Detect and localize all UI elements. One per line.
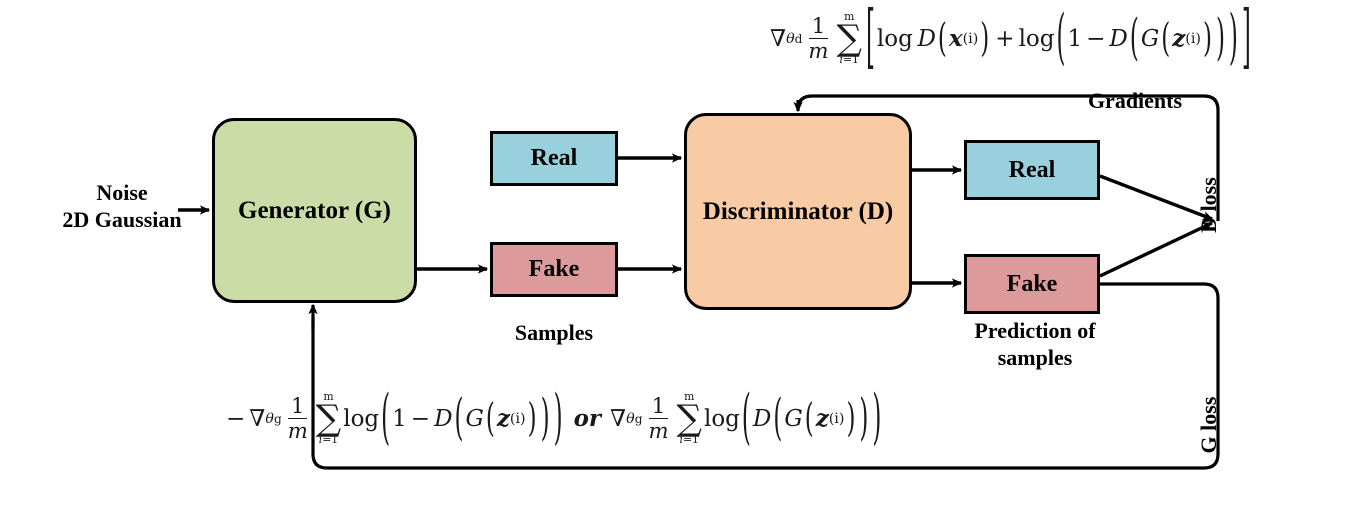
real-output-label: Real [1008, 156, 1056, 183]
discriminator-node[interactable]: Discriminator (D) [684, 113, 912, 310]
generator-node[interactable]: Generator (G) [212, 118, 417, 303]
gradients-label: Gradients [1087, 88, 1183, 113]
gan-diagram-canvas: Generator (G) Discriminator (D) Real Fak… [0, 0, 1355, 512]
real-input-label: Real [530, 145, 578, 172]
real-input-node[interactable]: Real [490, 131, 618, 186]
noise-label: Noise 2D Gaussian [62, 180, 182, 232]
fake-input-node[interactable]: Fake [490, 242, 618, 297]
samples-label: Samples [514, 320, 594, 345]
nabla-icon-2: ∇ [249, 405, 266, 432]
discriminator-update-formula: ∇ θd 1m m ∑ i=1 [ log D (x (i)) + log (1− D… [770, 0, 1251, 78]
nabla-icon: ∇ [770, 25, 787, 52]
generator-update-formula: − ∇ θg 1m m ∑ i=1 log (1− D (G (z (i)) )) o… [226, 385, 882, 453]
or-conjunction: or [573, 405, 602, 433]
d-loss-label: D loss [1196, 177, 1221, 233]
fake-output-node[interactable]: Fake [964, 254, 1100, 314]
fake-output-label: Fake [1006, 270, 1058, 297]
real-output-node[interactable]: Real [964, 140, 1100, 200]
generator-label: Generator (G) [238, 196, 391, 224]
g-loss-label: G loss [1196, 396, 1221, 454]
fake-input-label: Fake [528, 256, 580, 283]
discriminator-label: Discriminator (D) [702, 197, 894, 225]
prediction-of-samples-label: Prediction of samples [974, 318, 1096, 370]
